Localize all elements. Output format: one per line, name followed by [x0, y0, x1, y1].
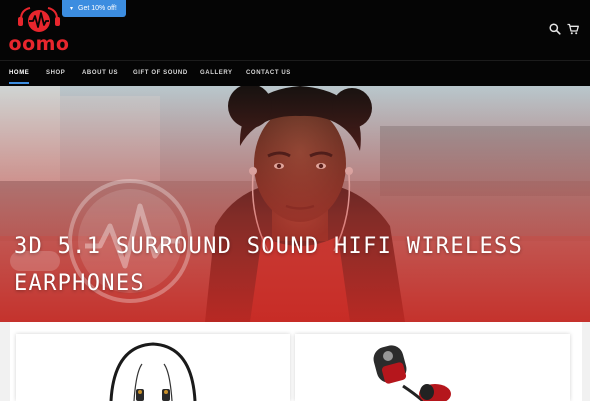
nav-item-about-us[interactable]: ABOUT US	[82, 61, 118, 86]
nav-item-contact-us[interactable]: CONTACT US	[246, 61, 291, 86]
neckband-earphones-image	[109, 342, 197, 401]
site-header: oomo ▾ Get 10% off!	[0, 0, 590, 60]
featured-products	[10, 322, 582, 401]
discount-tab-button[interactable]: ▾ Get 10% off!	[62, 0, 126, 17]
nav-item-gift-of-sound[interactable]: GIFT OF SOUND	[133, 61, 188, 86]
main-nav: HOME SHOP ABOUT US GIFT OF SOUND GALLERY…	[0, 60, 590, 86]
nav-item-gallery[interactable]: GALLERY	[200, 61, 233, 86]
cart-icon[interactable]	[566, 22, 580, 36]
logo-wordmark: oomo	[8, 33, 70, 55]
nav-item-home[interactable]: HOME	[9, 61, 30, 86]
discount-tab-label: Get 10% off!	[78, 5, 117, 12]
search-icon[interactable]	[548, 22, 562, 36]
chevron-down-icon: ▾	[70, 6, 74, 12]
nav-item-shop[interactable]: SHOP	[46, 61, 65, 86]
product-card-earbuds[interactable]	[295, 334, 570, 401]
red-earbuds-image	[373, 345, 451, 401]
hero-title: 3D 5.1 SURROUND SOUND HIFI WIRELESS EARP…	[14, 234, 524, 296]
product-card-neckband[interactable]	[16, 334, 290, 401]
site-logo[interactable]: oomo	[8, 6, 70, 54]
hero-banner: 3D 5.1 SURROUND SOUND HIFI WIRELESS EARP…	[0, 86, 590, 322]
logo-mark-icon	[18, 7, 60, 32]
